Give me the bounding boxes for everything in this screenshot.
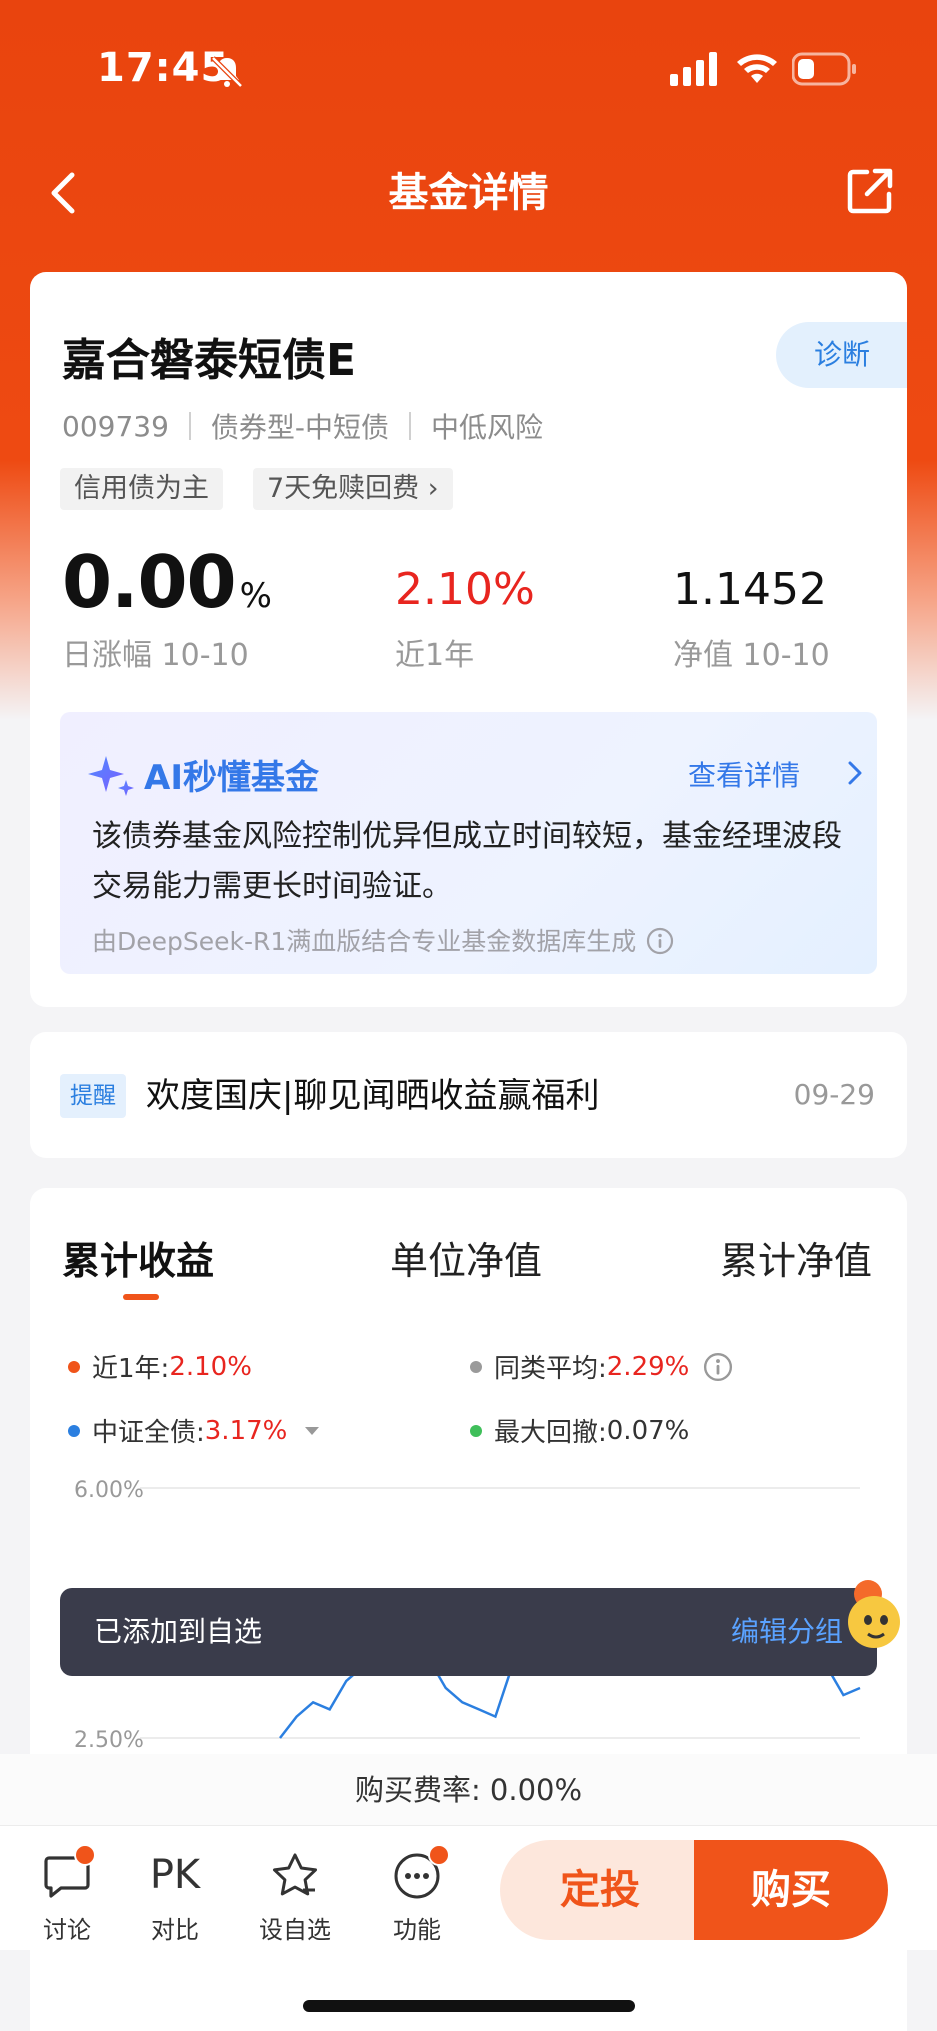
divider xyxy=(188,412,191,440)
buy-button[interactable]: 购买 xyxy=(694,1840,888,1940)
functions-button[interactable]: 功能 xyxy=(372,1844,462,1945)
legend-dot xyxy=(470,1424,482,1437)
nav-value: 1.1452 xyxy=(673,564,827,615)
daily-change-label: 日涨幅 10-10 xyxy=(62,638,249,673)
info-icon[interactable] xyxy=(646,927,674,955)
notice-text: 欢度国庆|聊见闻晒收益赢福利 xyxy=(146,1076,600,1116)
tab-unit-nav[interactable]: 单位净值 xyxy=(390,1230,542,1285)
wifi-icon xyxy=(737,54,777,83)
add-watchlist-button[interactable]: 设自选 xyxy=(250,1850,340,1945)
fund-type: 债券型-中短债 xyxy=(210,411,389,444)
discuss-label: 讨论 xyxy=(43,1916,91,1944)
info-icon[interactable] xyxy=(703,1352,733,1382)
legend-item-peer-average: 同类平均: 2.29% xyxy=(470,1348,733,1385)
tab-cumulative-nav[interactable]: 累计净值 xyxy=(720,1230,872,1285)
fund-name: 嘉合磐泰短债E xyxy=(62,335,357,386)
battery-icon xyxy=(792,52,856,86)
home-indicator xyxy=(303,2000,635,2012)
cellular-signal-icon xyxy=(670,52,717,86)
chevron-right-icon xyxy=(848,761,862,785)
daily-change-value: 0.00% xyxy=(62,540,272,624)
ai-summary-text: 该债券基金风险控制优异但成立时间较短，基金经理波段交易能力需更长时间验证。 xyxy=(92,819,842,904)
bell-muted-icon xyxy=(211,56,243,88)
fund-risk: 中低风险 xyxy=(431,411,544,444)
status-bar: 17:45 xyxy=(0,0,937,140)
pk-icon: PK xyxy=(149,1852,201,1898)
tab-cumulative-return[interactable]: 累计收益 xyxy=(62,1230,214,1285)
divider xyxy=(409,412,411,440)
add-watchlist-label: 设自选 xyxy=(259,1916,331,1944)
fund-code: 009739 xyxy=(62,409,169,443)
share-icon[interactable] xyxy=(845,166,895,216)
legend-dot xyxy=(68,1424,80,1437)
bottom-action-bar: 讨论 PK 对比 设自选 功能 定投 购买 xyxy=(0,1826,937,1950)
toast: 已添加到自选 编辑分组 xyxy=(60,1588,877,1676)
toast-edit-group-button[interactable]: 编辑分组 xyxy=(731,1588,843,1676)
purchase-fee-bar: 购买费率: 0.00% xyxy=(0,1754,937,1826)
notification-dot xyxy=(428,1844,450,1866)
sparkle-icon xyxy=(88,756,134,796)
star-icon xyxy=(273,1853,317,1896)
fund-tag-redemption[interactable]: 7天免赎回费 › xyxy=(253,468,453,510)
ai-footer: 由DeepSeek-R1满血版结合专业基金数据库生成 xyxy=(92,922,674,958)
fund-meta-row: 009739 债券型-中短债 中低风险 xyxy=(62,406,543,446)
compare-label: 对比 xyxy=(151,1916,199,1944)
ai-summary-box[interactable]: AI秒懂基金 查看详情 该债券基金风险控制优异但成立时间较短，基金经理波段交易能… xyxy=(60,712,877,974)
legend-item-max-drawdown: 最大回撤: 0.07% xyxy=(470,1412,689,1449)
fund-tag-credit: 信用债为主 xyxy=(60,468,223,510)
compare-button[interactable]: PK 对比 xyxy=(130,1850,220,1945)
toast-text: 已添加到自选 xyxy=(94,1615,263,1648)
mascot-icon[interactable] xyxy=(838,1572,908,1656)
caret-down-icon xyxy=(305,1426,320,1435)
functions-label: 功能 xyxy=(393,1916,441,1944)
notice-card[interactable]: 提醒 欢度国庆|聊见闻晒收益赢福利 09-29 xyxy=(30,1032,907,1158)
chart-y-tick-label: 2.50% xyxy=(74,1728,144,1753)
page-title: 基金详情 xyxy=(388,170,549,216)
notice-badge: 提醒 xyxy=(60,1074,126,1118)
notice-date: 09-29 xyxy=(793,1078,875,1111)
notification-dot xyxy=(74,1844,96,1866)
legend-dot xyxy=(470,1360,482,1373)
year-return-label: 近1年 xyxy=(395,638,475,673)
ai-view-details-link[interactable]: 查看详情 xyxy=(688,754,800,794)
nav-label: 净值 10-10 xyxy=(673,638,830,673)
legend-item-benchmark[interactable]: 中证全债: 3.17% xyxy=(68,1412,320,1449)
auto-invest-button[interactable]: 定投 xyxy=(500,1840,700,1940)
diagnose-button[interactable]: 诊断 xyxy=(776,322,907,388)
legend-dot xyxy=(68,1360,80,1373)
fund-summary-card: 嘉合磐泰短债E 诊断 009739 债券型-中短债 中低风险 信用债为主 7天免… xyxy=(30,272,907,1007)
ai-title: AI秒懂基金 xyxy=(144,758,319,798)
year-return-value: 2.10% xyxy=(395,564,535,615)
discuss-button[interactable]: 讨论 xyxy=(22,1844,112,1945)
active-tab-indicator xyxy=(123,1294,159,1300)
legend-item-year: 近1年: 2.10% xyxy=(68,1348,252,1385)
chart-y-tick-label: 6.00% xyxy=(74,1478,144,1503)
